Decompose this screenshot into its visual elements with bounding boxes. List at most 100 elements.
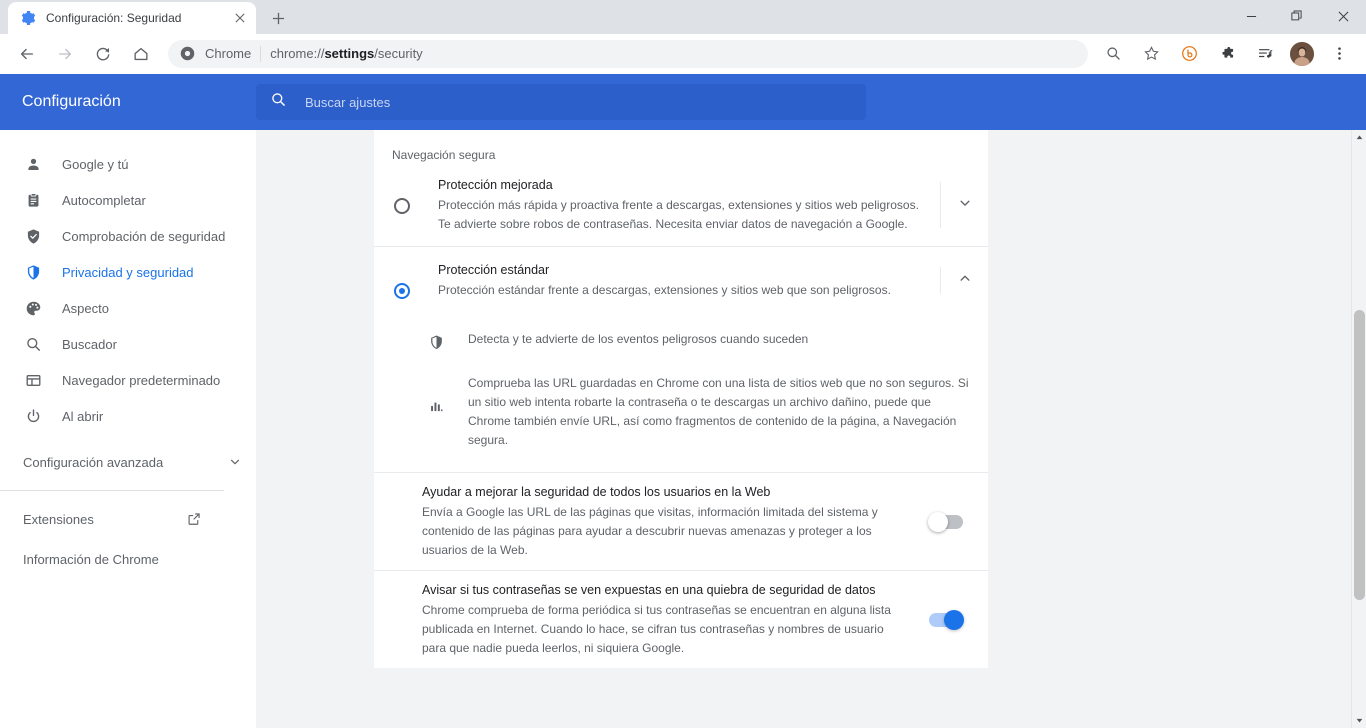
toggle-title: Avisar si tus contraseñas se ven expuest…: [422, 583, 876, 597]
toggle-row-avisar-contrasenas[interactable]: Avisar si tus contraseñas se ven expuest…: [374, 570, 988, 668]
option-description: Protección más rápida y proactiva frente…: [438, 198, 919, 231]
toggle-description: Envía a Google las URL de las páginas qu…: [422, 505, 878, 557]
sidebar-item-label: Información de Chrome: [23, 551, 159, 567]
sidebar-item-extensiones[interactable]: Extensiones: [0, 499, 256, 539]
toggle-switch-ayudar-mejorar[interactable]: [928, 511, 963, 532]
search-icon: [270, 91, 287, 113]
sidebar-item-aspecto[interactable]: Aspecto: [0, 290, 234, 326]
toggle-switch-avisar-contrasenas[interactable]: [929, 609, 964, 630]
toggle-text: Ayudar a mejorar la seguridad de todos l…: [374, 483, 929, 560]
chrome-logo-icon: [180, 46, 196, 62]
toggle-description: Chrome comprueba de forma periódica si t…: [422, 603, 891, 655]
sidebar-item-label: Extensiones: [23, 511, 94, 527]
option-title: Protección estándar: [438, 263, 550, 277]
shield-half-icon: [426, 332, 446, 352]
radio-button[interactable]: [394, 198, 410, 214]
clipboard-icon: [23, 190, 43, 210]
url-suffix: /security: [374, 46, 423, 61]
sidebar-item-label: Google y tú: [62, 156, 129, 172]
option-proteccion-mejorada[interactable]: Protección mejorada Protección más rápid…: [374, 162, 988, 246]
sidebar-item-comprobacion-de-seguridad[interactable]: Comprobación de seguridad: [0, 218, 234, 254]
close-icon[interactable]: [232, 10, 248, 26]
sidebar-item-label: Al abrir: [62, 408, 104, 424]
option-text: Protección estándar Protección estándar …: [410, 261, 940, 300]
settings-body: Google y tú Autocompletar Comprobación d…: [0, 130, 1366, 728]
sidebar-item-label: Navegador predeterminado: [62, 372, 221, 388]
sidebar-item-label: Buscador: [62, 336, 117, 352]
sidebar-item-navegador-predeterminado[interactable]: Navegador predeterminado: [0, 362, 234, 398]
sidebar-divider: [0, 490, 224, 491]
shield-half-icon: [23, 262, 43, 282]
sidebar-item-informacion-de-chrome[interactable]: Información de Chrome: [0, 539, 256, 579]
settings-header: Configuración Buscar ajustes: [0, 74, 1366, 130]
new-tab-button[interactable]: [264, 4, 292, 32]
chrome-menu-icon[interactable]: [1325, 40, 1353, 68]
shield-check-icon: [23, 226, 43, 246]
radio-button[interactable]: [394, 283, 410, 299]
page-title: Configuración: [22, 93, 121, 110]
scroll-down-arrow-icon[interactable]: [1352, 713, 1366, 728]
close-button[interactable]: [1320, 0, 1366, 32]
sidebar-item-buscador[interactable]: Buscador: [0, 326, 234, 362]
scroll-up-arrow-icon[interactable]: [1352, 130, 1366, 145]
extensions-puzzle-icon[interactable]: [1213, 40, 1241, 68]
sidebar-advanced-label: Configuración avanzada: [23, 454, 164, 470]
tab-strip: Configuración: Seguridad: [0, 0, 1366, 34]
minimize-button[interactable]: [1228, 0, 1274, 32]
back-icon[interactable]: [13, 40, 41, 68]
browser-tab[interactable]: Configuración: Seguridad: [8, 2, 256, 34]
detail-text: Comprueba las URL guardadas en Chrome co…: [468, 376, 969, 447]
sidebar-item-label: Comprobación de seguridad: [62, 228, 226, 244]
toggle-row-ayudar-mejorar-seguridad[interactable]: Ayudar a mejorar la seguridad de todos l…: [374, 472, 988, 570]
content-gutter: [256, 130, 374, 728]
window-controls: [1228, 0, 1366, 32]
url-prefix: chrome://: [270, 46, 325, 61]
omnibox-url: chrome://settings/security: [270, 46, 422, 61]
omnibox-separator: [260, 45, 262, 62]
vertical-scrollbar[interactable]: [1351, 130, 1366, 728]
home-icon[interactable]: [127, 40, 155, 68]
open-in-new-icon: [187, 512, 201, 526]
option-text: Protección mejorada Protección más rápid…: [410, 176, 940, 234]
expand-button-mejorada[interactable]: [940, 182, 988, 228]
collapse-button-estandar[interactable]: [940, 267, 988, 294]
settings-page: Configuración Buscar ajustes Google y tú: [0, 74, 1366, 728]
detail-detecta-eventos: Detecta y te advierte de los eventos pel…: [374, 312, 988, 358]
option-proteccion-estandar[interactable]: Protección estándar Protección estándar …: [374, 246, 988, 312]
sidebar-item-label: Autocompletar: [62, 192, 146, 208]
option-title: Protección mejorada: [438, 178, 553, 192]
search-input[interactable]: Buscar ajustes: [256, 84, 866, 120]
chevron-up-icon: [958, 271, 972, 290]
sidebar-item-google-y-tu[interactable]: Google y tú: [0, 146, 234, 182]
search-icon: [23, 334, 43, 354]
maximize-button[interactable]: [1274, 0, 1320, 32]
reload-icon[interactable]: [89, 40, 117, 68]
profile-avatar[interactable]: [1290, 41, 1314, 66]
sidebar-item-configuracion-avanzada[interactable]: Configuración avanzada: [0, 442, 256, 482]
option-description: Protección estándar frente a descargas, …: [438, 283, 891, 297]
sidebar-item-al-abrir[interactable]: Al abrir: [0, 398, 234, 434]
detail-text: Detecta y te advierte de los eventos pel…: [468, 332, 809, 346]
person-icon: [23, 154, 43, 174]
url-bold: settings: [324, 46, 375, 61]
toggle-title: Ayudar a mejorar la seguridad de todos l…: [422, 485, 771, 499]
browser-toolbar: Chrome chrome://settings/security: [0, 34, 1366, 74]
power-icon: [23, 406, 43, 426]
scrollbar-thumb[interactable]: [1354, 310, 1365, 600]
address-bar[interactable]: Chrome chrome://settings/security: [168, 39, 1088, 68]
safe-browsing-card: Navegación segura Protección mejorada Pr…: [374, 130, 988, 668]
extension-orange-icon[interactable]: [1175, 40, 1203, 68]
gear-icon: [20, 10, 36, 26]
forward-icon[interactable]: [51, 40, 79, 68]
sidebar-item-autocompletar[interactable]: Autocompletar: [0, 182, 234, 218]
bar-chart-icon: [426, 396, 446, 416]
chevron-down-icon: [958, 196, 972, 215]
reading-list-icon[interactable]: [1251, 40, 1279, 68]
settings-sidebar: Google y tú Autocompletar Comprobación d…: [0, 130, 256, 728]
zoom-icon[interactable]: [1099, 40, 1127, 68]
bookmark-star-icon[interactable]: [1137, 40, 1165, 68]
sidebar-item-privacidad-y-seguridad[interactable]: Privacidad y seguridad: [0, 254, 234, 290]
detail-comprueba-urls: Comprueba las URL guardadas en Chrome co…: [374, 358, 988, 456]
browser-window-icon: [23, 370, 43, 390]
search-placeholder: Buscar ajustes: [305, 94, 391, 110]
